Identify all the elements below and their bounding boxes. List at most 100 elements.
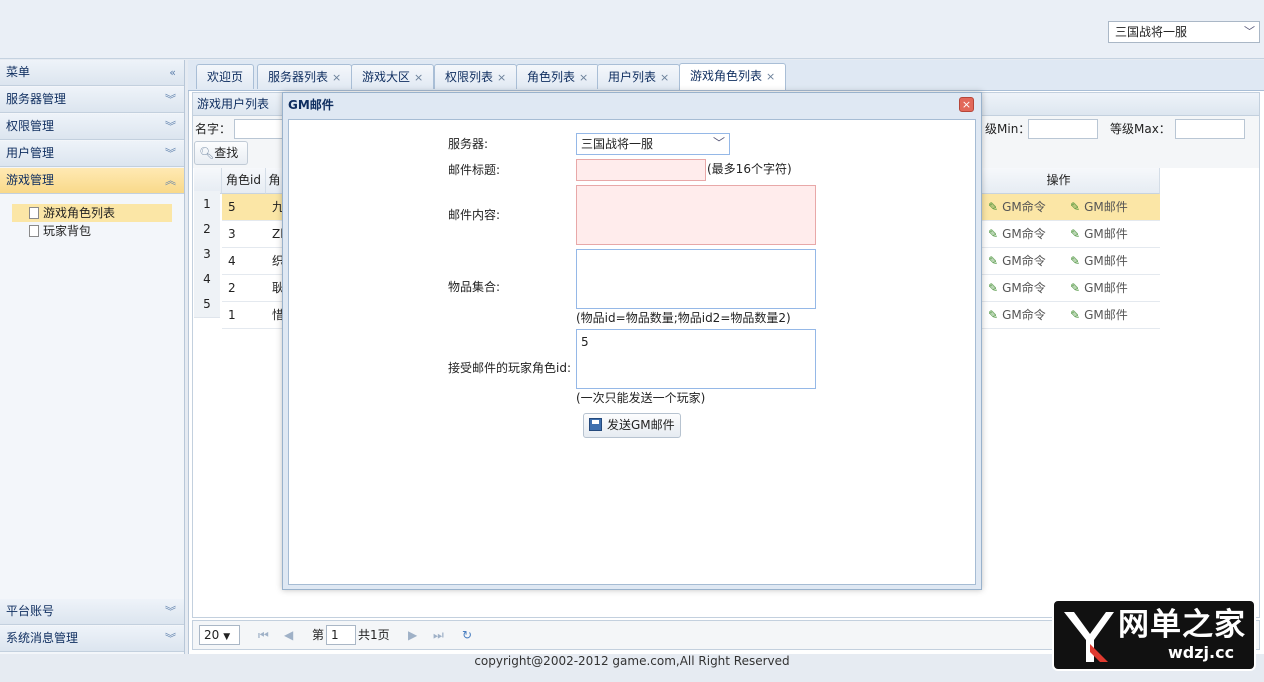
close-icon[interactable]: × [959,97,974,112]
sidebar-section-game[interactable]: 游戏管理 ︽ [0,168,184,194]
chevron-down-icon: ▼ [223,632,231,642]
file-icon [29,225,39,237]
gm-command-link[interactable]: ✎ GM命令 [988,275,1046,302]
gm-mail-label: GM邮件 [1084,200,1128,214]
tab-label: 游戏大区 [362,70,411,84]
close-icon[interactable]: × [579,71,588,84]
chevron-down-icon: ﹀ [1244,25,1255,38]
gm-mail-link[interactable]: ✎ GM邮件 [1070,221,1128,248]
row-number: 4 [194,266,220,293]
gm-command-link[interactable]: ✎ GM命令 [988,302,1046,329]
next-page-icon[interactable]: ▶ [408,627,417,643]
tab-label: 用户列表 [608,70,657,84]
gm-command-label: GM命令 [1002,254,1046,268]
grid-header-role-id[interactable]: 角色id [222,168,266,194]
gm-command-link[interactable]: ✎ GM命令 [988,248,1046,275]
gm-mail-link[interactable]: ✎ GM邮件 [1070,248,1128,275]
tab-welcome[interactable]: 欢迎页 [196,64,255,89]
last-page-icon[interactable]: ⏭ [433,627,444,643]
row-number: 2 [194,216,220,243]
server-select[interactable]: 三国战将一服 ﹀ [1108,21,1260,43]
tab-label: 权限列表 [445,70,494,84]
sidebar-section-label: 平台账号 [6,604,55,618]
gm-mail-label: GM邮件 [1084,281,1128,295]
tree-item-player-bag[interactable]: 玩家背包 [12,222,172,240]
sidebar-section-label: 游戏管理 [6,173,55,187]
search-button[interactable]: 🔍︎查找 [194,141,248,165]
receiver-textarea[interactable]: 5 [576,329,816,389]
send-gm-mail-button[interactable]: 发送GM邮件 [583,413,681,438]
tab-game-role-list[interactable]: 游戏角色列表 × [679,63,787,90]
top-header [0,0,1264,59]
close-icon[interactable]: × [660,71,669,84]
panel-title-text: 游戏用户列表 [197,97,270,111]
sidebar-section-server[interactable]: 服务器管理 ︾ [0,87,184,113]
tab-label: 角色列表 [527,70,576,84]
subject-input[interactable] [576,159,706,181]
sidebar-section-label: 用户管理 [6,146,55,160]
close-icon[interactable]: × [414,71,423,84]
gm-mail-link[interactable]: ✎ GM邮件 [1070,194,1128,221]
sidebar-menu-header[interactable]: 菜单 « [0,60,184,86]
first-page-icon[interactable]: ⏮ [258,627,269,643]
pencil-icon: ✎ [988,281,999,295]
gm-command-link[interactable]: ✎ GM命令 [988,221,1046,248]
chevron-down-icon: ︾ [165,605,176,618]
chevron-down-icon: ︾ [165,120,176,133]
items-textarea[interactable] [576,249,816,309]
gm-mail-link[interactable]: ✎ GM邮件 [1070,302,1128,329]
watermark-text-cn: 网单之家 [1118,607,1246,643]
chevron-down-icon: ︾ [165,147,176,160]
items-hint: (物品id=物品数量;物品id2=物品数量2) [576,311,791,325]
sidebar-section-user[interactable]: 用户管理 ︾ [0,141,184,167]
page-number-input[interactable]: 1 [326,625,356,645]
page-size-select[interactable]: 20 ▼ [199,625,240,645]
sidebar-section-permission[interactable]: 权限管理 ︾ [0,114,184,140]
chevron-down-icon: ︾ [165,632,176,645]
name-input[interactable] [234,119,284,139]
tab-server-list[interactable]: 服务器列表 × [257,64,353,89]
subject-hint: (最多16个字符) [707,162,792,176]
close-icon[interactable]: × [332,71,341,84]
search-button-label: 查找 [214,146,239,160]
level-min-input[interactable] [1028,119,1098,139]
sidebar-section-sysmsg[interactable]: 系统消息管理 ︾ [0,626,184,652]
tab-label: 欢迎页 [207,70,244,84]
collapse-left-icon[interactable]: « [169,60,176,85]
file-icon [29,207,39,219]
tab-permission-list[interactable]: 权限列表 × [434,64,518,89]
cell-role-id: 5 [222,194,266,221]
tab-role-list[interactable]: 角色列表 × [516,64,600,89]
gm-command-label: GM命令 [1002,227,1046,241]
pencil-icon: ✎ [1070,227,1081,241]
search-icon: 🔍︎ [199,146,215,160]
items-field-label: 物品集合: [448,280,501,294]
subject-field-label: 邮件标题: [448,163,501,177]
pencil-icon: ✎ [988,254,999,268]
logo-mark-icon [1064,612,1114,662]
content-field-label: 邮件内容: [448,208,501,222]
grid-header-action: 操作 [958,168,1160,194]
refresh-icon[interactable]: ↻ [462,627,472,643]
dialog-server-select[interactable]: 三国战将一服 ﹀ [576,133,730,155]
pencil-icon: ✎ [988,200,999,214]
tree-item-game-roles[interactable]: 游戏角色列表 [12,204,172,222]
level-min-label: 级Min： [985,122,1031,136]
gm-mail-label: GM邮件 [1084,308,1128,322]
watermark-text-en: wdzj.cc [1168,643,1235,662]
sidebar-section-platform[interactable]: 平台账号 ︾ [0,599,184,625]
close-icon[interactable]: × [766,70,775,83]
content-textarea[interactable] [576,185,816,245]
gm-command-link[interactable]: ✎ GM命令 [988,194,1046,221]
save-icon [589,418,602,431]
tab-game-zone[interactable]: 游戏大区 × [351,64,435,89]
tree-item-label: 玩家背包 [43,224,92,238]
level-max-input[interactable] [1175,119,1245,139]
gm-mail-link[interactable]: ✎ GM邮件 [1070,275,1128,302]
sidebar-section-label: 权限管理 [6,119,55,133]
server-select-value: 三国战将一服 [1115,25,1188,39]
sidebar-title: 菜单 [6,65,31,79]
prev-page-icon[interactable]: ◀ [284,627,293,643]
close-icon[interactable]: × [497,71,506,84]
tab-user-list[interactable]: 用户列表 × [597,64,681,89]
